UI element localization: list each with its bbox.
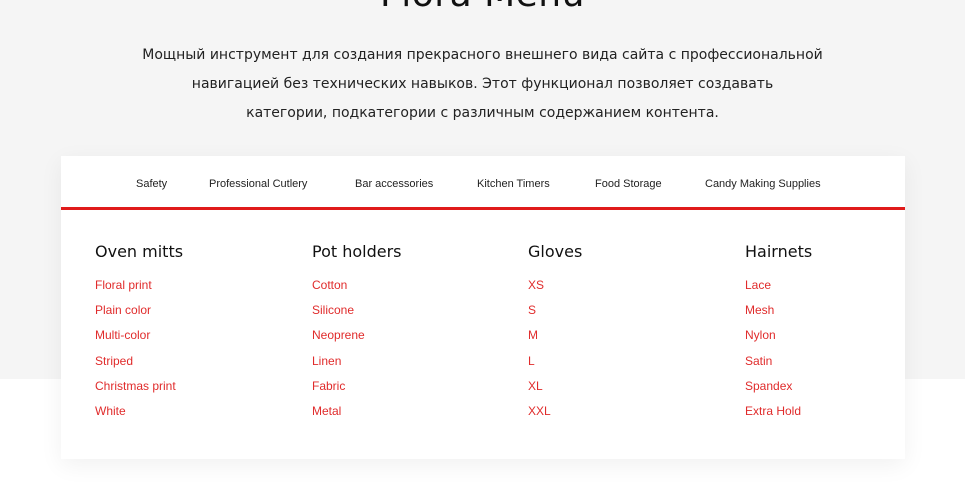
subcategory-link[interactable]: Cotton <box>312 273 512 298</box>
intro-line: навигацией без технических навыков. Этот… <box>191 76 774 92</box>
subcategory-link[interactable]: L <box>528 349 728 374</box>
subcategory-link[interactable]: Lace <box>745 273 945 298</box>
intro-line: категории, подкатегории с различным соде… <box>246 105 719 121</box>
intro-text: Мощный инструмент для создания прекрасно… <box>120 41 845 128</box>
subcategory-link[interactable]: XS <box>528 273 728 298</box>
subcategory-link[interactable]: Floral print <box>95 273 295 298</box>
subcategory-link[interactable]: White <box>95 399 295 424</box>
nav-item-kitchen-timers[interactable]: Kitchen Timers <box>477 178 550 190</box>
page-title: Flora Menu <box>0 0 965 15</box>
nav-item-candy-making-supplies[interactable]: Candy Making Supplies <box>705 178 821 190</box>
menu-column-pot-holders: Pot holders Cotton Silicone Neoprene Lin… <box>312 241 512 424</box>
mega-menu-card: Safety Professional Cutlery Bar accessor… <box>61 156 905 459</box>
column-title: Pot holders <box>312 242 402 261</box>
intro-line: Мощный инструмент для создания прекрасно… <box>142 47 823 63</box>
subcategory-link[interactable]: XL <box>528 374 728 399</box>
menu-column-oven-mitts: Oven mitts Floral print Plain color Mult… <box>95 241 295 424</box>
nav-item-safety[interactable]: Safety <box>136 178 167 190</box>
subcategory-link[interactable]: Mesh <box>745 298 945 323</box>
subcategory-link[interactable]: S <box>528 298 728 323</box>
column-title: Gloves <box>528 242 583 261</box>
subcategory-link[interactable]: Plain color <box>95 298 295 323</box>
subcategory-link[interactable]: Multi-color <box>95 323 295 348</box>
nav-item-professional-cutlery[interactable]: Professional Cutlery <box>209 178 307 190</box>
subcategory-link[interactable]: Silicone <box>312 298 512 323</box>
subcategory-link[interactable]: M <box>528 323 728 348</box>
subcategory-link[interactable]: Extra Hold <box>745 399 945 424</box>
subcategory-link[interactable]: Neoprene <box>312 323 512 348</box>
column-title: Hairnets <box>745 242 813 261</box>
subcategory-link[interactable]: Linen <box>312 349 512 374</box>
nav-item-food-storage[interactable]: Food Storage <box>595 178 662 190</box>
subcategory-link[interactable]: Satin <box>745 349 945 374</box>
column-link-list: XS S M L XL XXL <box>528 273 728 424</box>
column-link-list: Lace Mesh Nylon Satin Spandex Extra Hold <box>745 273 945 424</box>
subcategory-link[interactable]: Christmas print <box>95 374 295 399</box>
subcategory-link[interactable]: Striped <box>95 349 295 374</box>
menu-column-gloves: Gloves XS S M L XL XXL <box>528 241 728 424</box>
column-link-list: Floral print Plain color Multi-color Str… <box>95 273 295 424</box>
subcategory-link[interactable]: Spandex <box>745 374 945 399</box>
subcategory-link[interactable]: Metal <box>312 399 512 424</box>
subcategory-link[interactable]: XXL <box>528 399 728 424</box>
menu-column-hairnets: Hairnets Lace Mesh Nylon Satin Spandex E… <box>745 241 945 424</box>
category-nav-bar: Safety Professional Cutlery Bar accessor… <box>61 156 905 210</box>
nav-item-bar-accessories[interactable]: Bar accessories <box>355 178 433 190</box>
subcategory-link[interactable]: Fabric <box>312 374 512 399</box>
subcategory-link[interactable]: Nylon <box>745 323 945 348</box>
column-link-list: Cotton Silicone Neoprene Linen Fabric Me… <box>312 273 512 424</box>
column-title: Oven mitts <box>95 242 184 261</box>
